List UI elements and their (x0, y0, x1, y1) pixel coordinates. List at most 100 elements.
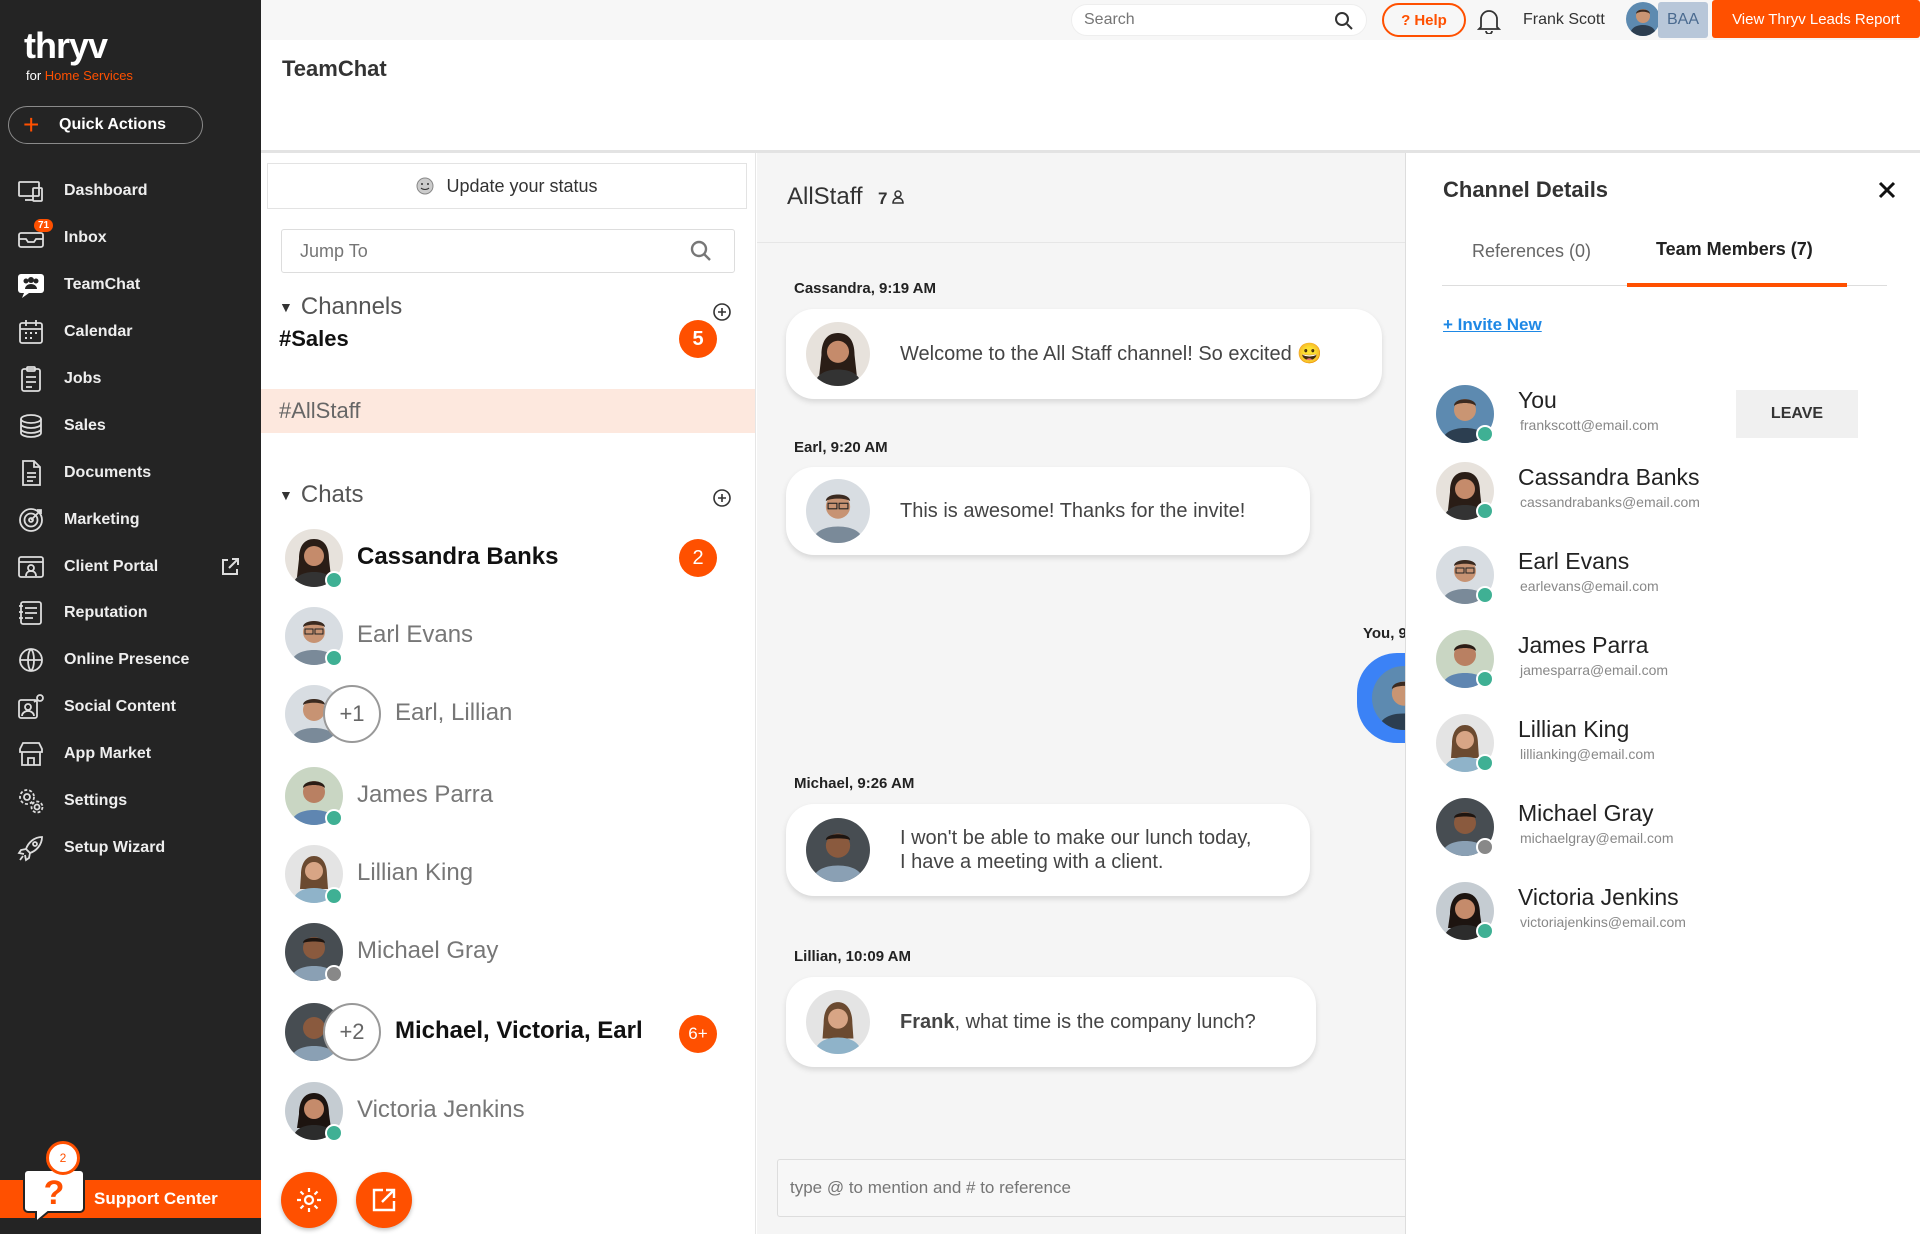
sidebar-item-calendar[interactable]: Calendar (0, 309, 261, 356)
message-bubble[interactable]: I won't be able to make our lunch today,… (786, 804, 1310, 896)
sidebar-item-jobs[interactable]: Jobs (0, 356, 261, 403)
close-icon[interactable] (1876, 179, 1898, 201)
search-icon[interactable] (690, 240, 712, 262)
tab-references[interactable]: References (0) (1472, 241, 1591, 262)
message-composer[interactable] (777, 1159, 1405, 1217)
chat-item-james-parra[interactable]: James Parra (261, 767, 755, 831)
chat-name: Lillian King (357, 859, 474, 886)
channel-details-title: Channel Details (1443, 177, 1609, 202)
channel-item-sales[interactable]: #Sales 5 (261, 317, 755, 361)
sidebar-item-settings[interactable]: Settings (0, 778, 261, 825)
online-status-indicator (325, 649, 343, 667)
member-item-victoria-jenkins[interactable]: Victoria Jenkins victoriajenkins@email.c… (1436, 882, 1906, 952)
sidebar-item-client-portal[interactable]: Client Portal (0, 543, 261, 590)
member-email: jamesparra@email.com (1520, 662, 1669, 678)
search-input[interactable] (1072, 5, 1312, 35)
sidebar-item-label: Documents (64, 463, 152, 481)
message-text: Frank, what time is the company lunch? (900, 1010, 1284, 1034)
message-bubble[interactable]: This is awesome! Thanks for the invite! (786, 467, 1310, 555)
sidebar-item-label: Inbox (64, 229, 107, 247)
avatar (806, 818, 870, 882)
sidebar-item-teamchat[interactable]: TeamChat (0, 262, 261, 309)
member-item-michael-gray[interactable]: Michael Gray michaelgray@email.com (1436, 798, 1906, 868)
online-status-indicator (1476, 586, 1494, 604)
global-search[interactable] (1071, 4, 1367, 36)
chat-name: James Parra (357, 781, 494, 808)
chat-item-victoria-jenkins[interactable]: Victoria Jenkins (261, 1082, 755, 1146)
message-bubble[interactable]: Frank, what time is the company lunch? (786, 977, 1316, 1067)
external-link-icon[interactable] (219, 556, 241, 578)
sidebar-item-setup-wizard[interactable]: Setup Wizard (0, 824, 261, 871)
member-item-cassandra-banks[interactable]: Cassandra Banks cassandrabanks@email.com (1436, 462, 1906, 532)
person-icon (892, 190, 904, 204)
chat-item-cassandra-banks[interactable]: Cassandra Banks 2 (261, 529, 755, 593)
unread-badge: 5 (679, 320, 717, 358)
sidebar-item-social-content[interactable]: Social Content (0, 684, 261, 731)
sidebar-item-sales[interactable]: Sales (0, 402, 261, 449)
support-chat-icon[interactable]: ? (22, 1166, 86, 1224)
online-status-indicator (325, 809, 343, 827)
jump-to-input[interactable] (282, 230, 662, 272)
online-status-indicator (1476, 922, 1494, 940)
gear-icon (297, 1188, 321, 1212)
caret-down-icon: ▼ (279, 299, 293, 315)
documents-icon (22, 459, 41, 486)
member-item-james-parra[interactable]: James Parra jamesparra@email.com (1436, 630, 1906, 700)
sidebar-item-marketing[interactable]: Marketing (0, 496, 261, 543)
channel-item-allstaff[interactable]: #AllStaff (261, 389, 755, 433)
social-content-icon (18, 694, 44, 720)
mention[interactable]: Frank (900, 1011, 954, 1033)
invite-new-link[interactable]: + Invite New (1443, 315, 1542, 335)
leave-button[interactable]: LEAVE (1736, 390, 1858, 438)
new-message-button[interactable] (356, 1172, 412, 1228)
member-item-earl-evans[interactable]: Earl Evans earlevans@email.com (1436, 546, 1906, 616)
jump-to-search[interactable] (281, 229, 735, 273)
sidebar-item-label: Sales (64, 416, 106, 434)
chat-item-earl-lillian[interactable]: +1 Earl, Lillian (261, 685, 755, 749)
more-members-avatar: +2 (323, 1003, 381, 1061)
sidebar-item-app-market[interactable]: App Market (0, 731, 261, 778)
sidebar-item-inbox[interactable]: 71 Inbox (0, 215, 261, 262)
offline-status-indicator (325, 965, 343, 983)
update-status-button[interactable]: Update your status (267, 163, 747, 209)
search-icon[interactable] (1334, 11, 1354, 31)
sidebar-item-dashboard[interactable]: Dashboard (0, 168, 261, 215)
sidebar-item-label: Jobs (64, 370, 102, 387)
add-chat-icon[interactable] (711, 487, 733, 509)
message-bubble[interactable]: Welcome to the All Staff channel! So exc… (786, 309, 1382, 399)
message-text: This is awesome! Thanks for the invite! (900, 500, 1246, 522)
member-email: frankscott@email.com (1520, 417, 1659, 433)
caret-down-icon: ▼ (279, 487, 293, 503)
help-button[interactable]: ? Help (1382, 3, 1466, 37)
avatar (806, 990, 870, 1054)
message-input[interactable] (778, 1160, 1378, 1216)
offline-status-indicator (1476, 838, 1494, 856)
chat-item-lillian-king[interactable]: Lillian King (261, 845, 755, 909)
sidebar-item-reputation[interactable]: Reputation (0, 590, 261, 637)
globe-icon (19, 648, 43, 673)
member-name: You (1518, 387, 1557, 413)
unread-badge: 6+ (679, 1015, 717, 1053)
chat-item-michael-victoria-earl[interactable]: +2 Michael, Victoria, Earl 6+ (261, 1003, 755, 1067)
chat-item-michael-gray[interactable]: Michael Gray (261, 923, 755, 987)
app-logo[interactable]: thryv for Home Services (24, 28, 133, 84)
online-status-indicator (325, 571, 343, 589)
tab-team-members[interactable]: Team Members (7) (1656, 239, 1813, 260)
view-leads-report-button[interactable]: View Thryv Leads Report (1712, 0, 1920, 38)
chat-item-earl-evans[interactable]: Earl Evans (261, 607, 755, 671)
gear-icon (19, 789, 44, 814)
sidebar-item-documents[interactable]: Documents (0, 449, 261, 496)
user-avatar[interactable] (1626, 2, 1660, 36)
member-item-lillian-king[interactable]: Lillian King lillianking@email.com (1436, 714, 1906, 784)
user-name[interactable]: Frank Scott (1523, 11, 1605, 29)
sidebar-item-online-presence[interactable]: Online Presence (0, 637, 261, 684)
help-label: Help (1414, 11, 1447, 29)
chats-section-toggle[interactable]: ▼ Chats (279, 481, 364, 509)
online-status-indicator (1476, 754, 1494, 772)
member-count[interactable]: 7 (878, 189, 904, 209)
account-code-badge[interactable]: BAA (1658, 2, 1708, 38)
chat-settings-button[interactable] (281, 1172, 337, 1228)
bell-icon[interactable] (1477, 8, 1501, 34)
avatar (806, 479, 870, 543)
quick-actions-button[interactable]: + Quick Actions (8, 106, 203, 144)
